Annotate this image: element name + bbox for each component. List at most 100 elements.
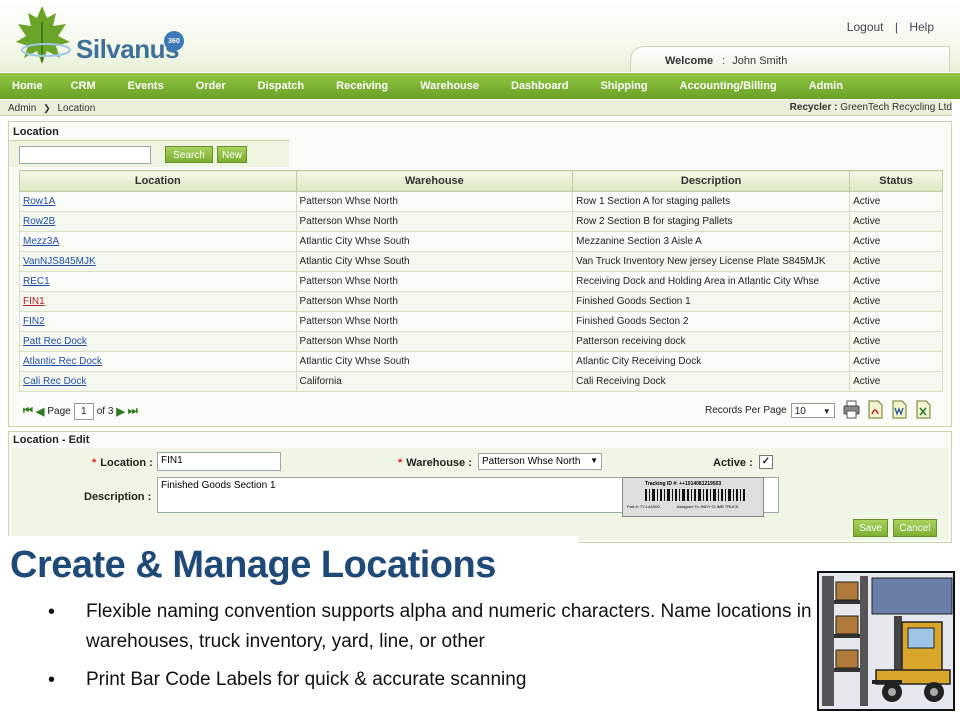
description-cell: Row 1 Section A for staging pallets xyxy=(572,191,851,212)
slide-title-box: Create & Manage Locations xyxy=(0,536,578,592)
warehouse-cell: Patterson Whse North xyxy=(295,191,574,212)
silvanus-logo[interactable]: Silvanus 360 xyxy=(16,4,184,66)
table-row[interactable]: REC1 Patterson Whse North Receiving Dock… xyxy=(19,271,943,292)
location-panel-title: Location xyxy=(13,126,59,138)
location-link[interactable]: Cali Rec Dock xyxy=(19,371,297,392)
location-link[interactable]: FIN1 xyxy=(19,291,297,312)
records-per-page: Records Per Page 10 ▼ xyxy=(705,403,835,418)
nav-admin[interactable]: Admin xyxy=(793,73,859,99)
nav-accounting-billing[interactable]: Accounting/Billing xyxy=(664,73,793,99)
top-links-separator: | xyxy=(894,20,898,34)
status-cell: Active xyxy=(849,231,943,252)
records-per-page-value: 10 xyxy=(794,406,806,417)
location-link[interactable]: FIN2 xyxy=(19,311,297,332)
location-link[interactable]: Mezz3A xyxy=(19,231,297,252)
top-links: Logout | Help xyxy=(843,20,938,34)
first-page-icon[interactable]: ⏮ xyxy=(23,405,33,418)
welcome-separator: : xyxy=(722,55,726,67)
chevron-down-icon: ▼ xyxy=(590,456,598,465)
description-cell: Receiving Dock and Holding Area in Atlan… xyxy=(572,271,851,292)
logout-link[interactable]: Logout xyxy=(847,20,884,34)
location-link[interactable]: REC1 xyxy=(19,271,297,292)
search-button[interactable]: Search xyxy=(165,146,213,163)
records-per-page-label: Records Per Page xyxy=(705,405,787,416)
nav-receiving[interactable]: Receiving xyxy=(320,73,404,99)
location-link[interactable]: Row2B xyxy=(19,211,297,232)
description-cell: Finished Goods Section 1 xyxy=(572,291,851,312)
nav-order[interactable]: Order xyxy=(180,73,242,99)
bullet-item: Flexible naming convention supports alph… xyxy=(48,597,828,657)
main-nav: Home CRM Events Order Dispatch Receiving… xyxy=(0,73,960,99)
breadcrumb: Admin ❯ Location Recycler : GreenTech Re… xyxy=(0,100,952,116)
nav-shipping[interactable]: Shipping xyxy=(584,73,663,99)
column-header-location[interactable]: Location xyxy=(19,170,297,192)
table-row[interactable]: VanNJS845MJK Atlantic City Whse South Va… xyxy=(19,251,943,272)
search-input[interactable] xyxy=(19,146,151,164)
leaf-icon xyxy=(16,6,71,64)
column-header-warehouse[interactable]: Warehouse xyxy=(295,170,574,192)
status-cell: Active xyxy=(849,191,943,212)
required-mark: * xyxy=(398,457,403,469)
nav-crm[interactable]: CRM xyxy=(55,73,112,99)
warehouse-cell: Patterson Whse North xyxy=(295,331,574,352)
column-header-description[interactable]: Description xyxy=(572,170,851,192)
chevron-down-icon: ▼ xyxy=(822,407,831,416)
welcome-bar: Welcome : John Smith xyxy=(630,46,950,72)
table-row[interactable]: Atlantic Rec Dock Atlantic City Whse Sou… xyxy=(19,351,943,372)
location-field-label: * Location : xyxy=(92,457,153,469)
warehouse-select-value: Patterson Whse North xyxy=(482,456,581,467)
warehouse-cell: Patterson Whse North xyxy=(295,311,574,332)
description-cell: Mezzanine Section 3 Aisle A xyxy=(572,231,851,252)
table-row[interactable]: Cali Rec Dock California Cali Receiving … xyxy=(19,371,943,392)
table-row[interactable]: Patt Rec Dock Patterson Whse North Patte… xyxy=(19,331,943,352)
warehouse-cell: California xyxy=(295,371,574,392)
print-icon[interactable] xyxy=(843,400,860,419)
export-excel-icon[interactable] xyxy=(915,400,932,419)
breadcrumb-admin[interactable]: Admin xyxy=(8,103,36,114)
location-field[interactable]: FIN1 xyxy=(157,452,281,471)
page-number-input[interactable]: 1 xyxy=(73,403,94,420)
location-link[interactable]: Patt Rec Dock xyxy=(19,331,297,352)
next-page-icon[interactable]: ▶ xyxy=(116,405,124,418)
prev-page-icon[interactable]: ◀ xyxy=(36,405,44,418)
location-link[interactable]: VanNJS845MJK xyxy=(19,251,297,272)
barcode-part-text: Part #: TY-LA1000 xyxy=(627,504,660,509)
new-button[interactable]: New xyxy=(217,146,247,163)
status-cell: Active xyxy=(849,251,943,272)
column-header-status[interactable]: Status xyxy=(849,170,943,192)
description-cell: Row 2 Section B for staging Pallets xyxy=(572,211,851,232)
location-panel: Location Search New Location Warehouse D… xyxy=(8,121,952,427)
last-page-icon[interactable]: ⏭ xyxy=(128,405,138,418)
slide-bullets: Flexible naming convention supports alph… xyxy=(48,597,828,695)
export-word-icon[interactable] xyxy=(891,400,908,419)
nav-home[interactable]: Home xyxy=(0,73,55,99)
help-link[interactable]: Help xyxy=(909,20,934,34)
nav-warehouse[interactable]: Warehouse xyxy=(404,73,495,99)
description-field-label: Description : xyxy=(84,491,152,503)
location-link[interactable]: Atlantic Rec Dock xyxy=(19,351,297,372)
table-row[interactable]: Row2B Patterson Whse North Row 2 Section… xyxy=(19,211,943,232)
nav-dispatch[interactable]: Dispatch xyxy=(242,73,320,99)
warehouse-select[interactable]: Patterson Whse North ▼ xyxy=(478,453,602,470)
table-row[interactable]: Row1A Patterson Whse North Row 1 Section… xyxy=(19,191,943,212)
pager: ⏮ ◀ Page 1 of 3 ▶ ⏭ xyxy=(23,403,138,420)
location-edit-title: Location - Edit xyxy=(13,434,90,446)
recycler-info: Recycler : GreenTech Recycling Ltd xyxy=(790,100,952,116)
warehouse-cell: Atlantic City Whse South xyxy=(295,231,574,252)
export-pdf-icon[interactable] xyxy=(867,400,884,419)
table-row-selected[interactable]: FIN1 Patterson Whse North Finished Goods… xyxy=(19,291,943,312)
save-button[interactable]: Save xyxy=(853,519,888,537)
barcode-label-image: Tracking ID #: ++1014081219503 Part #: T… xyxy=(622,477,764,517)
nav-events[interactable]: Events xyxy=(112,73,180,99)
records-per-page-select[interactable]: 10 ▼ xyxy=(790,403,835,418)
cancel-button[interactable]: Cancel xyxy=(893,519,937,537)
warehouse-cell: Atlantic City Whse South xyxy=(295,251,574,272)
active-checkbox[interactable]: ✓ xyxy=(759,455,773,469)
table-row[interactable]: Mezz3A Atlantic City Whse South Mezzanin… xyxy=(19,231,943,252)
description-cell: Atlantic City Receiving Dock xyxy=(572,351,851,372)
barcode-icon xyxy=(645,489,745,501)
table-row[interactable]: FIN2 Patterson Whse North Finished Goods… xyxy=(19,311,943,332)
location-link[interactable]: Row1A xyxy=(19,191,297,212)
nav-dashboard[interactable]: Dashboard xyxy=(495,73,584,99)
bullet-item: Print Bar Code Labels for quick & accura… xyxy=(48,665,828,695)
